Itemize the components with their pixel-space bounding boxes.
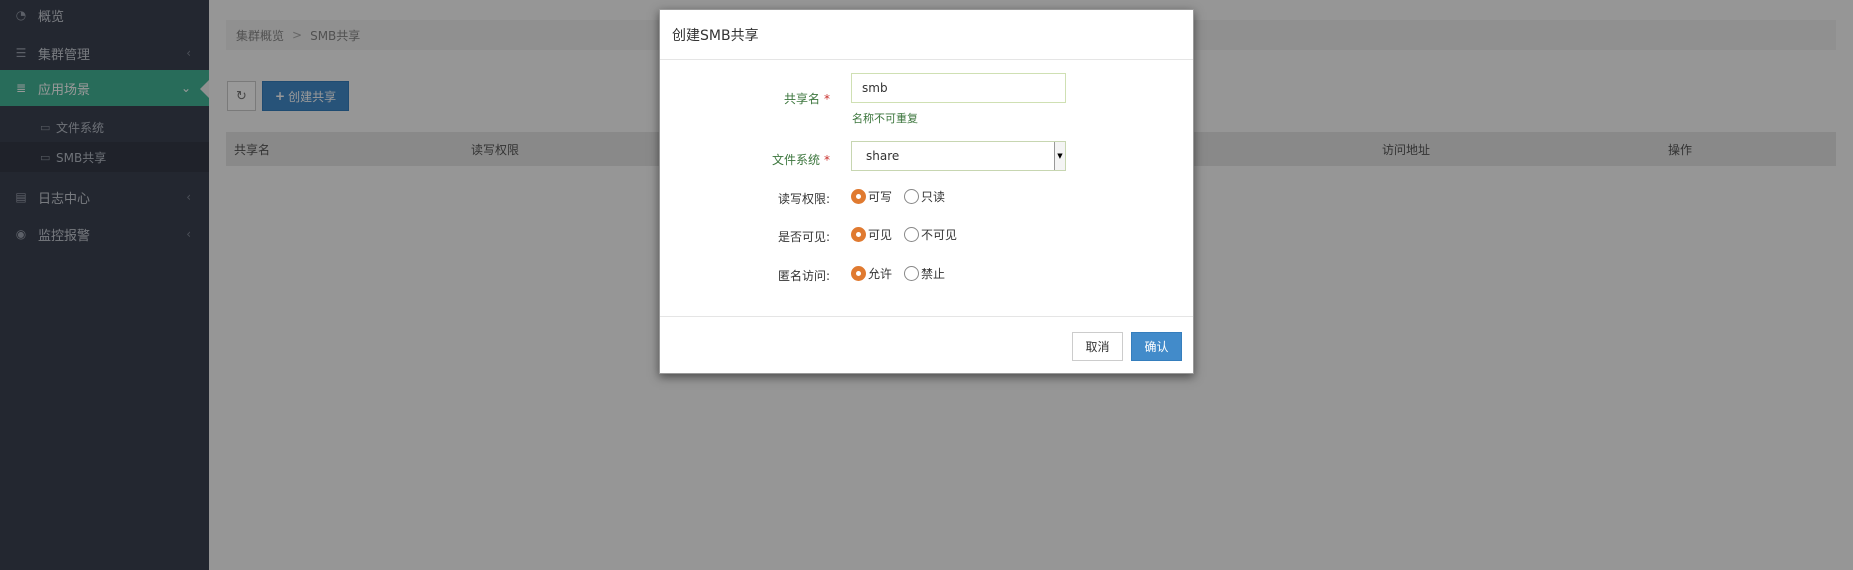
- anonymous-access-label: 匿名访问:: [777, 269, 830, 283]
- radio-option-visible[interactable]: 可见: [851, 226, 892, 243]
- filesystem-select[interactable]: share ▼: [851, 141, 1066, 171]
- radio-label: 只读: [921, 190, 946, 204]
- filesystem-label: 文件系统 *: [660, 151, 830, 168]
- radio-label: 禁止: [921, 267, 946, 281]
- radio-label: 可写: [868, 190, 893, 204]
- radio-label: 允许: [868, 267, 893, 281]
- filesystem-selected-value: share: [866, 149, 900, 163]
- share-name-label: 共享名 *: [660, 90, 830, 107]
- modal-title: 创建SMB共享: [672, 27, 759, 44]
- anonymous-access-group: 允许 禁止: [851, 265, 957, 282]
- radio-button[interactable]: [904, 189, 920, 204]
- cancel-button[interactable]: 取消: [1072, 332, 1123, 361]
- required-marker: *: [824, 153, 830, 167]
- radio-option-allow[interactable]: 允许: [851, 265, 892, 282]
- filesystem-label-text: 文件系统: [771, 153, 820, 167]
- confirm-button[interactable]: 确认: [1131, 332, 1182, 361]
- visible-label: 是否可见:: [777, 230, 830, 244]
- dropdown-arrow-icon[interactable]: ▼: [1054, 142, 1065, 170]
- share-name-hint: 名称不可重复: [852, 112, 918, 125]
- share-name-value: smb: [862, 81, 888, 95]
- rw-permission-label: 读写权限:: [777, 192, 830, 206]
- radio-button[interactable]: [904, 266, 920, 281]
- radio-option-writable[interactable]: 可写: [851, 188, 892, 205]
- radio-label: 可见: [868, 228, 893, 242]
- rw-permission-group: 可写 只读: [851, 188, 957, 205]
- radio-label: 不可见: [921, 228, 958, 242]
- radio-button-checked[interactable]: [851, 189, 866, 204]
- radio-button-checked[interactable]: [851, 266, 866, 281]
- visible-group: 可见 不可见: [851, 226, 969, 243]
- required-marker: *: [824, 92, 830, 106]
- radio-button[interactable]: [904, 227, 920, 242]
- radio-option-deny[interactable]: 禁止: [904, 265, 945, 282]
- radio-option-invisible[interactable]: 不可见: [904, 226, 957, 243]
- create-smb-share-dialog: 创建SMB共享 共享名 * smb 名称不可重复 文件系统 * share ▼ 读写…: [659, 9, 1194, 374]
- modal-footer: 取消 确认: [660, 316, 1193, 374]
- share-name-input[interactable]: smb: [851, 73, 1066, 103]
- radio-option-readonly[interactable]: 只读: [904, 188, 945, 205]
- share-name-label-text: 共享名: [783, 92, 820, 106]
- modal-header: 创建SMB共享: [660, 10, 1193, 60]
- radio-button-checked[interactable]: [851, 227, 866, 242]
